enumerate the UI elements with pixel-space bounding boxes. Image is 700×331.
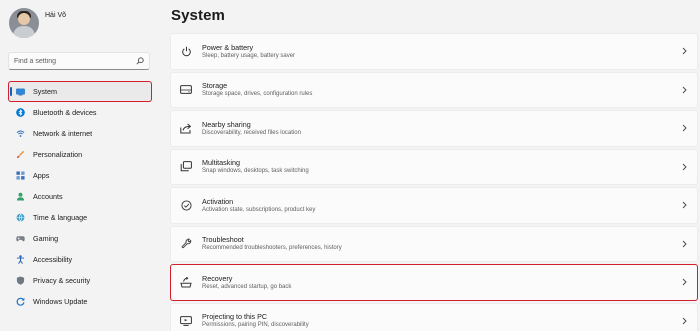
card-nearby-sharing[interactable]: Nearby sharing Discoverability, received…: [170, 110, 698, 147]
multitasking-icon: [180, 161, 192, 173]
sidebar-item-privacy-security[interactable]: Privacy & security: [8, 270, 152, 291]
card-title: Projecting to this PC: [202, 312, 268, 322]
sidebar-item-label: Privacy & security: [33, 276, 91, 285]
person-icon: [16, 192, 25, 201]
sidebar-item-label: Time & language: [33, 213, 88, 222]
sidebar-item-time-language[interactable]: Time & language: [8, 207, 152, 228]
card-description: Storage space, drives, configuration rul…: [202, 91, 313, 98]
card-description: Recommended troubleshooters, preferences…: [202, 245, 342, 252]
user-profile[interactable]: Hải Võ: [9, 8, 66, 38]
card-title: Recovery: [202, 273, 233, 283]
projector-icon: [180, 315, 192, 327]
card-description: Sleep, battery usage, battery saver: [202, 52, 296, 59]
sidebar-item-label: Gaming: [33, 234, 59, 243]
sidebar-item-gaming[interactable]: Gaming: [8, 228, 152, 249]
sidebar-item-system[interactable]: System: [8, 81, 152, 102]
sidebar-item-label: Accounts: [33, 192, 63, 201]
user-name: Hải Võ: [45, 11, 67, 19]
sidebar-item-label: Network & internet: [33, 129, 93, 138]
sidebar: Hải Võ System Bluetooth & devices Networ…: [0, 0, 158, 331]
sidebar-item-apps[interactable]: Apps: [8, 165, 152, 186]
search-input[interactable]: [14, 57, 135, 65]
card-multitasking[interactable]: Multitasking Snap windows, desktops, tas…: [170, 148, 698, 185]
chevron-right-icon: [681, 240, 687, 248]
card-recovery[interactable]: Recovery Reset, advanced startup, go bac…: [170, 264, 698, 301]
sidebar-item-label: Personalization: [33, 150, 83, 159]
search-icon[interactable]: [135, 57, 144, 66]
chevron-right-icon: [681, 47, 687, 55]
sidebar-item-accessibility[interactable]: Accessibility: [8, 249, 152, 270]
card-description: Discoverability, received files location: [202, 129, 301, 136]
card-description: Reset, advanced startup, go back: [202, 283, 292, 290]
chevron-right-icon: [681, 201, 687, 209]
accessibility-icon: [16, 255, 25, 264]
globe-clock-icon: [16, 213, 25, 222]
sidebar-item-label: Windows Update: [33, 297, 88, 306]
sidebar-item-windows-update[interactable]: Windows Update: [8, 291, 152, 312]
card-activation[interactable]: Activation Activation state, subscriptio…: [170, 187, 698, 224]
sidebar-item-label: Bluetooth & devices: [33, 108, 97, 117]
card-title: Nearby sharing: [202, 119, 251, 129]
card-title: Power & battery: [202, 42, 254, 52]
card-title: Activation: [202, 196, 234, 206]
sidebar-item-personalization[interactable]: Personalization: [8, 144, 152, 165]
card-storage[interactable]: Storage Storage space, drives, configura…: [170, 71, 698, 108]
avatar[interactable]: [9, 8, 39, 38]
card-title: Multitasking: [202, 158, 240, 168]
wifi-icon: [16, 129, 25, 138]
chevron-right-icon: [681, 124, 687, 132]
update-icon: [16, 297, 25, 306]
card-troubleshoot[interactable]: Troubleshoot Recommended troubleshooters…: [170, 225, 698, 262]
nav-list: System Bluetooth & devices Network & int…: [8, 81, 152, 312]
settings-list: Power & battery Sleep, battery usage, ba…: [170, 33, 698, 331]
card-description: Activation state, subscriptions, product…: [202, 206, 316, 213]
brush-icon: [16, 150, 25, 159]
sidebar-item-label: Apps: [33, 171, 50, 180]
sidebar-item-label: Accessibility: [33, 255, 73, 264]
sidebar-item-accounts[interactable]: Accounts: [8, 186, 152, 207]
bluetooth-icon: [16, 108, 25, 117]
wrench-icon: [180, 238, 192, 250]
gamepad-icon: [16, 234, 25, 243]
card-title: Storage: [202, 81, 228, 91]
sidebar-item-label: System: [33, 87, 57, 96]
chevron-right-icon: [681, 317, 687, 325]
chevron-right-icon: [681, 163, 687, 171]
apps-icon: [16, 171, 25, 180]
shield-icon: [16, 276, 25, 285]
card-description: Snap windows, desktops, task switching: [202, 168, 309, 175]
sidebar-item-bluetooth[interactable]: Bluetooth & devices: [8, 102, 152, 123]
power-icon: [180, 45, 192, 57]
card-description: Permissions, pairing PIN, discoverabilit…: [202, 322, 309, 329]
page-title: System: [171, 7, 225, 24]
monitor-icon: [16, 87, 25, 96]
card-power-battery[interactable]: Power & battery Sleep, battery usage, ba…: [170, 33, 698, 70]
sidebar-item-network[interactable]: Network & internet: [8, 123, 152, 144]
chevron-right-icon: [681, 86, 687, 94]
recovery-icon: [180, 276, 192, 288]
card-projecting[interactable]: Projecting to this PC Permissions, pairi…: [170, 302, 698, 331]
search-box[interactable]: [8, 52, 150, 70]
chevron-right-icon: [681, 278, 687, 286]
share-icon: [180, 122, 192, 134]
storage-icon: [180, 84, 192, 96]
card-title: Troubleshoot: [202, 235, 244, 245]
check-circle-icon: [180, 199, 192, 211]
